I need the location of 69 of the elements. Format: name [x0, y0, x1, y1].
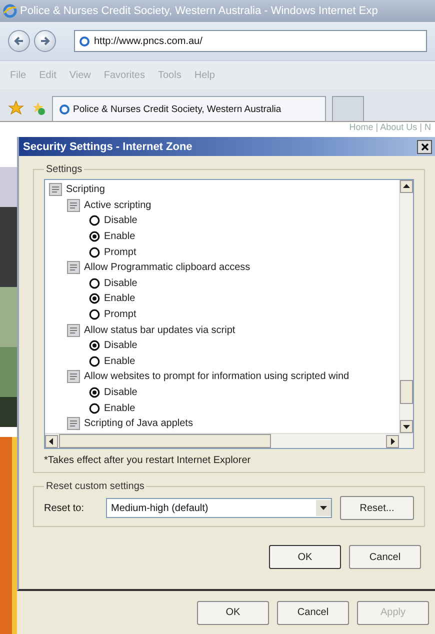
page-nav-links: Home | About Us | N: [349, 122, 431, 134]
restart-note: *Takes effect after you restart Internet Explorer: [44, 455, 252, 466]
forward-button[interactable]: [34, 30, 56, 52]
radio-button[interactable]: [89, 387, 100, 398]
star-icon[interactable]: [8, 100, 24, 116]
reset-level-dropdown[interactable]: Medium-high (default): [106, 498, 332, 518]
close-icon: [420, 142, 428, 150]
scroll-down-icon[interactable]: [400, 420, 413, 433]
radio-button[interactable]: [89, 215, 100, 226]
option-label[interactable]: Prompt: [104, 246, 136, 258]
settings-icon: [49, 183, 62, 196]
setting-label: Scripting: [66, 184, 105, 196]
settings-icon: [67, 198, 80, 212]
settings-icon: [67, 324, 80, 337]
address-field[interactable]: http://www.pncs.com.au/: [74, 30, 427, 52]
radio-button[interactable]: [89, 293, 100, 304]
dialog-button[interactable]: OK: [269, 545, 341, 569]
radio-button[interactable]: [89, 246, 100, 258]
settings-icon: [67, 417, 80, 430]
settings-list[interactable]: [44, 179, 414, 449]
option-label[interactable]: Enable: [104, 293, 136, 304]
radio-button[interactable]: [89, 356, 100, 367]
radio-button[interactable]: [89, 231, 100, 242]
option-label[interactable]: Disable: [104, 215, 138, 226]
page-icon: [59, 104, 70, 114]
dialog-button[interactable]: OK: [197, 600, 269, 624]
radio-button[interactable]: [89, 278, 100, 289]
browser-logo-icon: [3, 4, 17, 18]
radio-button[interactable]: [89, 402, 100, 414]
setting-label: Active scripting: [84, 200, 152, 211]
option-label[interactable]: Enable: [104, 231, 136, 242]
option-label[interactable]: Prompt: [104, 309, 136, 320]
back-button[interactable]: [8, 30, 30, 52]
setting-label: Allow websites to prompt for information using scripted wind: [84, 371, 350, 382]
option-label[interactable]: Disable: [104, 278, 138, 289]
group-label: Reset custom settings: [45, 481, 146, 492]
option-label[interactable]: Disable: [104, 340, 138, 352]
dropdown-arrow-icon[interactable]: [320, 506, 327, 510]
group-label: Settings: [45, 164, 84, 175]
radio-button[interactable]: [89, 309, 100, 320]
back-arrow-icon: [13, 35, 25, 47]
reset-button[interactable]: Reset...: [340, 496, 414, 520]
scroll-thumb[interactable]: [59, 434, 271, 448]
scroll-right-icon[interactable]: [386, 434, 399, 448]
dialog-title: Security Settings - Internet Zone: [23, 140, 192, 152]
option-label[interactable]: Disable: [104, 387, 138, 398]
reset-label: Reset to:: [44, 502, 86, 514]
close-button[interactable]: [417, 140, 432, 154]
option-label[interactable]: Enable: [104, 356, 136, 367]
address-text: http://www.pncs.com.au/: [94, 36, 202, 46]
setting-label: Allow status bar updates via script: [84, 324, 236, 336]
scroll-thumb[interactable]: [400, 380, 413, 404]
dialog-button[interactable]: Cancel: [349, 545, 421, 569]
vertical-scrollbar[interactable]: [399, 180, 413, 433]
page-icon: [79, 36, 90, 46]
horizontal-scrollbar[interactable]: [45, 433, 413, 448]
forward-arrow-icon: [39, 35, 51, 47]
option-label[interactable]: Enable: [104, 402, 136, 414]
scroll-up-icon[interactable]: [400, 180, 413, 193]
radio-button[interactable]: [89, 340, 100, 352]
dialog-button[interactable]: Cancel: [277, 600, 349, 624]
tab-label: Police & Nurses Credit Society, Western Australia: [73, 104, 282, 114]
window-title: Police & Nurses Credit Society, Western Australia - Windows Internet Exp: [20, 5, 378, 17]
settings-icon: [67, 261, 80, 274]
scroll-left-icon[interactable]: [45, 434, 58, 448]
settings-icon: [67, 370, 80, 384]
setting-label: Allow Programmatic clipboard access: [84, 262, 250, 274]
browser-tab[interactable]: Police & Nurses Credit Society, Western Australia: [52, 96, 326, 121]
setting-label: Scripting of Java applets: [84, 418, 193, 430]
